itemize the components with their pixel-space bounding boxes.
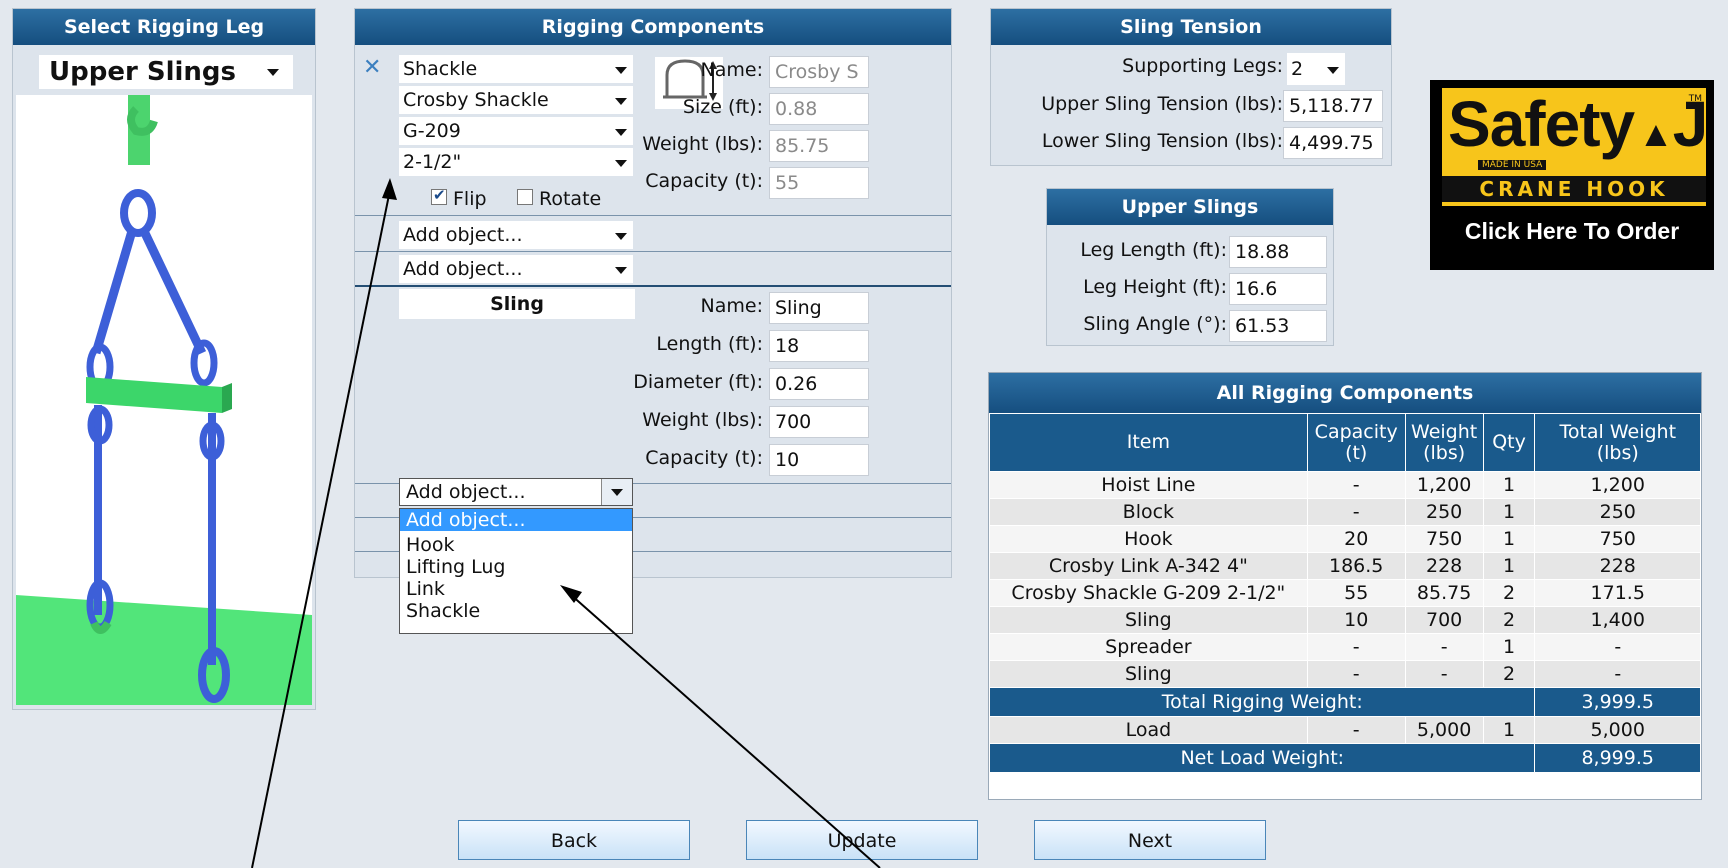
annotation-arrows — [251, 178, 881, 868]
